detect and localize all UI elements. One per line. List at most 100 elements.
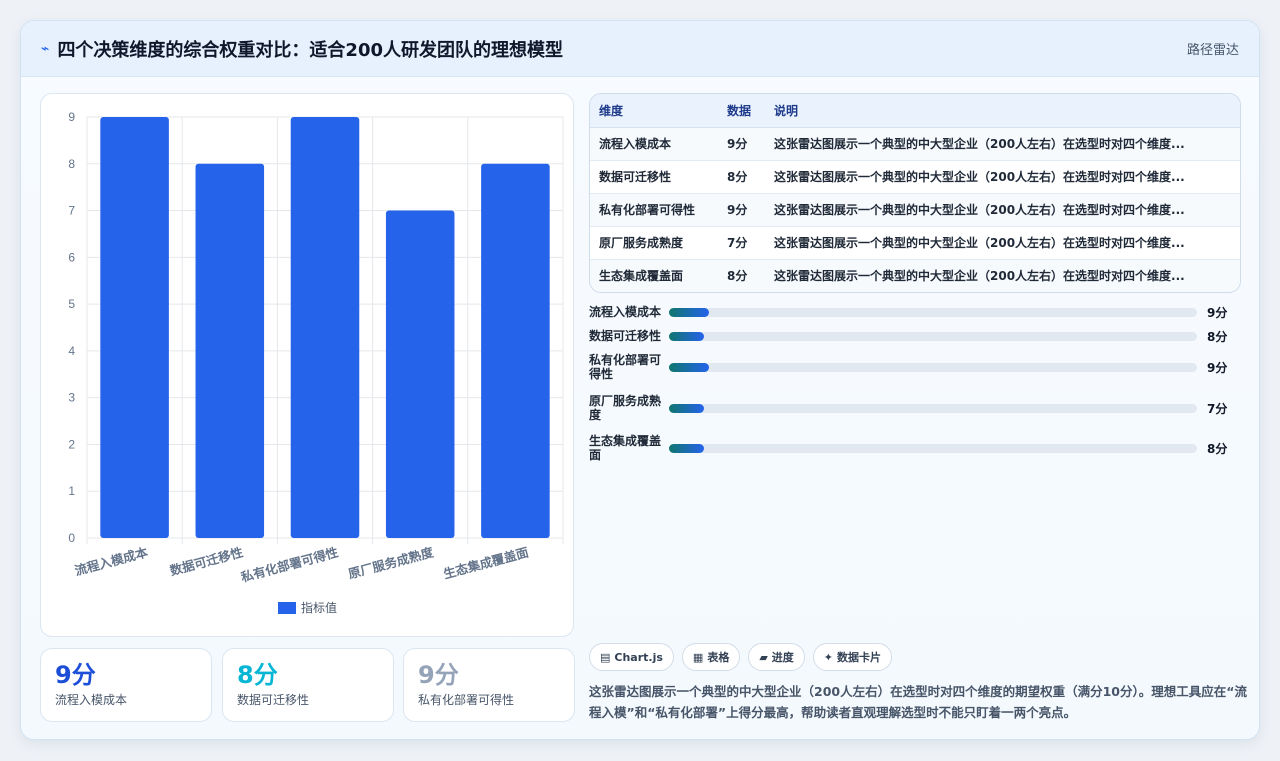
progress-label: 私有化部署可得性 [589,353,662,381]
stat-label: 流程入模成本 [55,693,128,707]
stat-value: 9分 [55,661,96,689]
y-tick-label: 1 [68,484,75,498]
bar-4 [481,163,550,538]
column-header-description[interactable]: 说明 [765,94,1240,128]
table-row[interactable]: 流程入模成本 9分 这张雷达图展示一个典型的中大型企业（200人左右）在选型时对… [590,127,1240,161]
progress-label: 生态集成覆盖面 [589,434,662,462]
table-row[interactable]: 私有化部署可得性 9分 这张雷达图展示一个典型的中大型企业（200人左右）在选型… [590,193,1240,227]
y-tick-label: 2 [68,437,75,451]
progress-track [669,403,1197,413]
cell-description: 这张雷达图展示一个典型的中大型企业（200人左右）在选型时对四个维度... [765,226,1240,260]
table-header-row: 维度 数据 说明 [590,94,1240,128]
progress-row-1: 数据可迁移性 8分 [589,329,1241,344]
progress-fill [669,362,709,372]
cell-description: 这张雷达图展示一个典型的中大型企业（200人左右）在选型时对四个维度... [765,193,1240,227]
cell-value: 8分 [718,259,765,292]
chip-table[interactable]: ▦ 表格 [681,643,741,671]
legend-label: 指标值 [301,600,337,615]
table-row[interactable]: 原厂服务成熟度 7分 这张雷达图展示一个典型的中大型企业（200人左右）在选型时… [590,226,1240,260]
cell-value: 8分 [718,160,765,194]
pulse-icon: ⌁ [41,40,50,57]
header: ⌁ 四个决策维度的综合权重对比：适合200人研发团队的理想模型 路径雷达 [21,21,1259,77]
cell-description: 这张雷达图展示一个典型的中大型企业（200人左右）在选型时对四个维度... [765,160,1240,194]
column-header-dimension[interactable]: 维度 [590,94,718,128]
chip-data-card[interactable]: ✦ 数据卡片 [812,643,893,671]
bar-2 [290,117,360,538]
progress-fill [669,443,704,453]
cell-dimension: 原厂服务成熟度 [590,226,718,260]
y-tick-label: 8 [68,157,75,171]
chart-icon: ▤ [600,650,611,664]
y-tick-label: 5 [68,297,75,311]
progress-value: 8分 [1207,329,1228,344]
progress-row-0: 流程入模成本 9分 [589,305,1241,320]
description-text: 这张雷达图展示一个典型的中大型企业（200人左右）在选型时对四个维度的期望权重（… [589,684,1247,720]
data-table: 维度 数据 说明 流程入模成本 9分 这张雷达图展示一个典型的中大型企业（200… [589,93,1241,293]
chip-label: 进度 [771,651,794,664]
cell-value: 7分 [718,226,765,260]
progress-row-2: 私有化部署可得性 9分 [589,353,1241,381]
bar-1 [195,163,265,538]
stat-card-1: 8分 数据可迁移性 [222,648,394,722]
card-icon: ✦ [823,650,834,664]
chip-chartjs[interactable]: ▤ Chart.js [589,643,674,671]
progress-value: 9分 [1207,360,1228,375]
cell-dimension: 私有化部署可得性 [590,193,718,227]
table-icon: ▦ [692,650,704,664]
legend-swatch [278,602,296,614]
table-row[interactable]: 数据可迁移性 8分 这张雷达图展示一个典型的中大型企业（200人左右）在选型时对… [590,160,1240,194]
page-title: 四个决策维度的综合权重对比：适合200人研发团队的理想模型 [57,39,564,61]
cell-description: 这张雷达图展示一个典型的中大型企业（200人左右）在选型时对四个维度... [765,259,1240,292]
progress-track [669,362,1197,372]
x-tick-label: 原厂服务成熟度 [347,544,436,581]
chip-label: 数据卡片 [837,651,882,664]
cell-dimension: 数据可迁移性 [590,160,718,194]
y-tick-label: 0 [68,531,75,545]
stat-label: 数据可迁移性 [237,693,310,707]
progress-fill [669,331,704,341]
y-tick-label: 4 [68,344,75,358]
stat-label: 私有化部署可得性 [418,693,515,707]
bar-3 [385,210,455,539]
bar-0 [100,117,169,538]
stat-card-0: 9分 流程入模成本 [40,648,212,722]
progress-track [669,307,1197,317]
table-row[interactable]: 生态集成覆盖面 8分 这张雷达图展示一个典型的中大型企业（200人左右）在选型时… [590,259,1240,292]
cell-description: 这张雷达图展示一个典型的中大型企业（200人左右）在选型时对四个维度... [765,127,1240,161]
x-tick-label: 私有化部署可得性 [238,544,340,585]
progress-row-3: 原厂服务成熟度 7分 [589,394,1241,422]
bar-chart: 0 1 2 3 4 5 6 7 8 9 流程入模成本 数据可迁移性私有化部署可得性 原厂服务成熟度 生态集… [68,110,564,615]
stat-value: 9分 [418,661,459,689]
y-tick-label: 6 [68,250,75,264]
x-tick-label: 流程入模成本 [73,544,150,578]
cell-value: 9分 [718,193,765,227]
progress-value: 7分 [1207,401,1228,416]
cell-dimension: 流程入模成本 [590,127,718,161]
chip-label: 表格 [707,651,730,664]
chip-progress[interactable]: ▰ 进度 [748,643,805,671]
header-tag[interactable]: 路径雷达 [1187,39,1239,58]
stat-value: 8分 [237,661,278,689]
progress-value: 8分 [1207,441,1228,456]
progress-value: 9分 [1207,305,1228,320]
progress-track [669,331,1197,341]
progress-icon: ▰ [759,650,768,664]
progress-row-4: 生态集成覆盖面 8分 [589,434,1241,462]
y-tick-label: 9 [68,110,75,124]
x-tick-label: 生态集成覆盖面 [442,544,531,581]
stat-card-2: 9分 私有化部署可得性 [403,648,575,722]
progress-label: 流程入模成本 [589,305,662,319]
x-tick-label: 数据可迁移性 [167,544,245,578]
progress-fill [669,307,709,317]
cell-value: 9分 [718,127,765,161]
column-header-value[interactable]: 数据 [718,94,765,128]
progress-track [669,443,1197,453]
progress-label: 数据可迁移性 [589,329,662,343]
bar-chart-panel: 0 1 2 3 4 5 6 7 8 9 流程入模成本 数据可迁移性 私有化部署可得性 原厂服务成熟度 生态集… [40,93,574,637]
progress-label: 原厂服务成熟度 [589,394,662,422]
y-tick-label: 7 [68,204,75,218]
progress-fill [669,403,704,413]
chip-label: Chart.js [614,650,663,664]
tech-chips: ▤ Chart.js ▦ 表格 ▰ 进度 ✦ 数据卡片 [589,643,893,671]
dashboard-card: ⌁ 四个决策维度的综合权重对比：适合200人研发团队的理想模型 路径雷达 0 1 2… [20,20,1260,740]
